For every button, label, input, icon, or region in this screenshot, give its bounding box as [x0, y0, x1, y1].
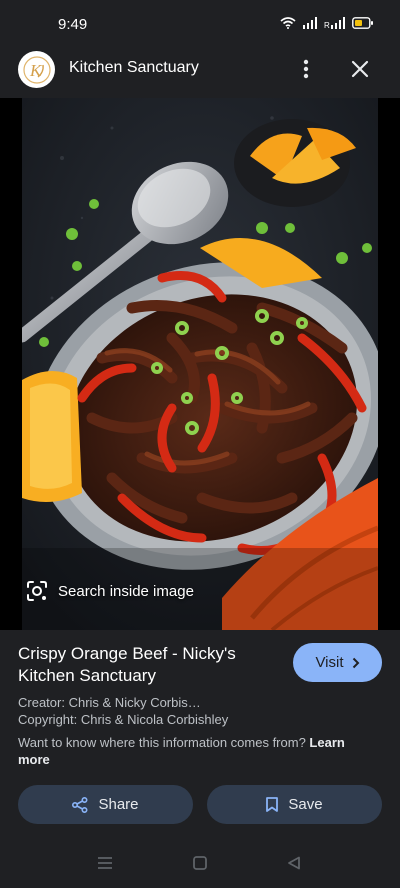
save-label: Save — [288, 796, 323, 813]
chevron-right-icon — [352, 657, 359, 668]
copyright-text: Copyright: Chris & Nicola Corbishley — [18, 712, 229, 727]
creator-text: Creator: Chris & Nicky Corbis… — [18, 695, 201, 710]
wifi-icon — [280, 17, 296, 29]
battery-icon — [352, 17, 373, 29]
system-nav-bar — [0, 838, 400, 888]
result-title[interactable]: Crispy Orange Beef - Nicky's Kitchen San… — [18, 643, 280, 687]
image-viewer[interactable]: Search inside image — [0, 98, 400, 630]
menu-icon — [98, 857, 112, 869]
share-label: Share — [98, 796, 139, 813]
visit-button[interactable]: Visit — [293, 643, 382, 682]
signal-icon — [303, 17, 317, 29]
close-icon — [351, 60, 369, 78]
status-bar: 9:49 R — [0, 0, 400, 44]
search-inside-image-button[interactable]: Search inside image — [26, 578, 194, 604]
home-icon — [193, 856, 207, 870]
site-name[interactable]: Kitchen Sanctuary — [69, 59, 199, 77]
search-inside-image-label: Search inside image — [58, 582, 194, 600]
back-icon — [288, 856, 300, 870]
info-source-note: Want to know where this information come… — [18, 734, 368, 768]
close-button[interactable] — [347, 56, 373, 82]
dish-photo-illustration — [22, 98, 378, 630]
kitchen-sanctuary-logo: K — [22, 55, 51, 84]
info-source-text: Want to know where this information come… — [18, 735, 306, 750]
signal-r-icon: R — [324, 17, 345, 29]
visit-label: Visit — [315, 654, 344, 671]
bookmark-icon — [266, 797, 279, 812]
recent-apps-button[interactable] — [96, 854, 114, 872]
home-button[interactable] — [191, 854, 209, 872]
share-button[interactable]: Share — [18, 785, 193, 824]
status-icons: R — [280, 15, 374, 31]
save-button[interactable]: Save — [207, 785, 382, 824]
status-time: 9:49 — [58, 16, 88, 33]
back-button[interactable] — [285, 854, 303, 872]
share-icon — [72, 796, 88, 813]
more-vert-icon — [303, 59, 309, 79]
app-header: K Kitchen Sanctuary — [0, 44, 400, 98]
more-options-button[interactable] — [294, 56, 318, 82]
svg-text:R: R — [324, 21, 330, 29]
site-logo[interactable]: K — [18, 51, 55, 88]
dish-photo[interactable] — [22, 98, 378, 630]
lens-camera-icon — [27, 581, 47, 601]
svg-text:K: K — [29, 61, 43, 80]
result-info-panel: Crispy Orange Beef - Nicky's Kitchen San… — [0, 630, 400, 838]
